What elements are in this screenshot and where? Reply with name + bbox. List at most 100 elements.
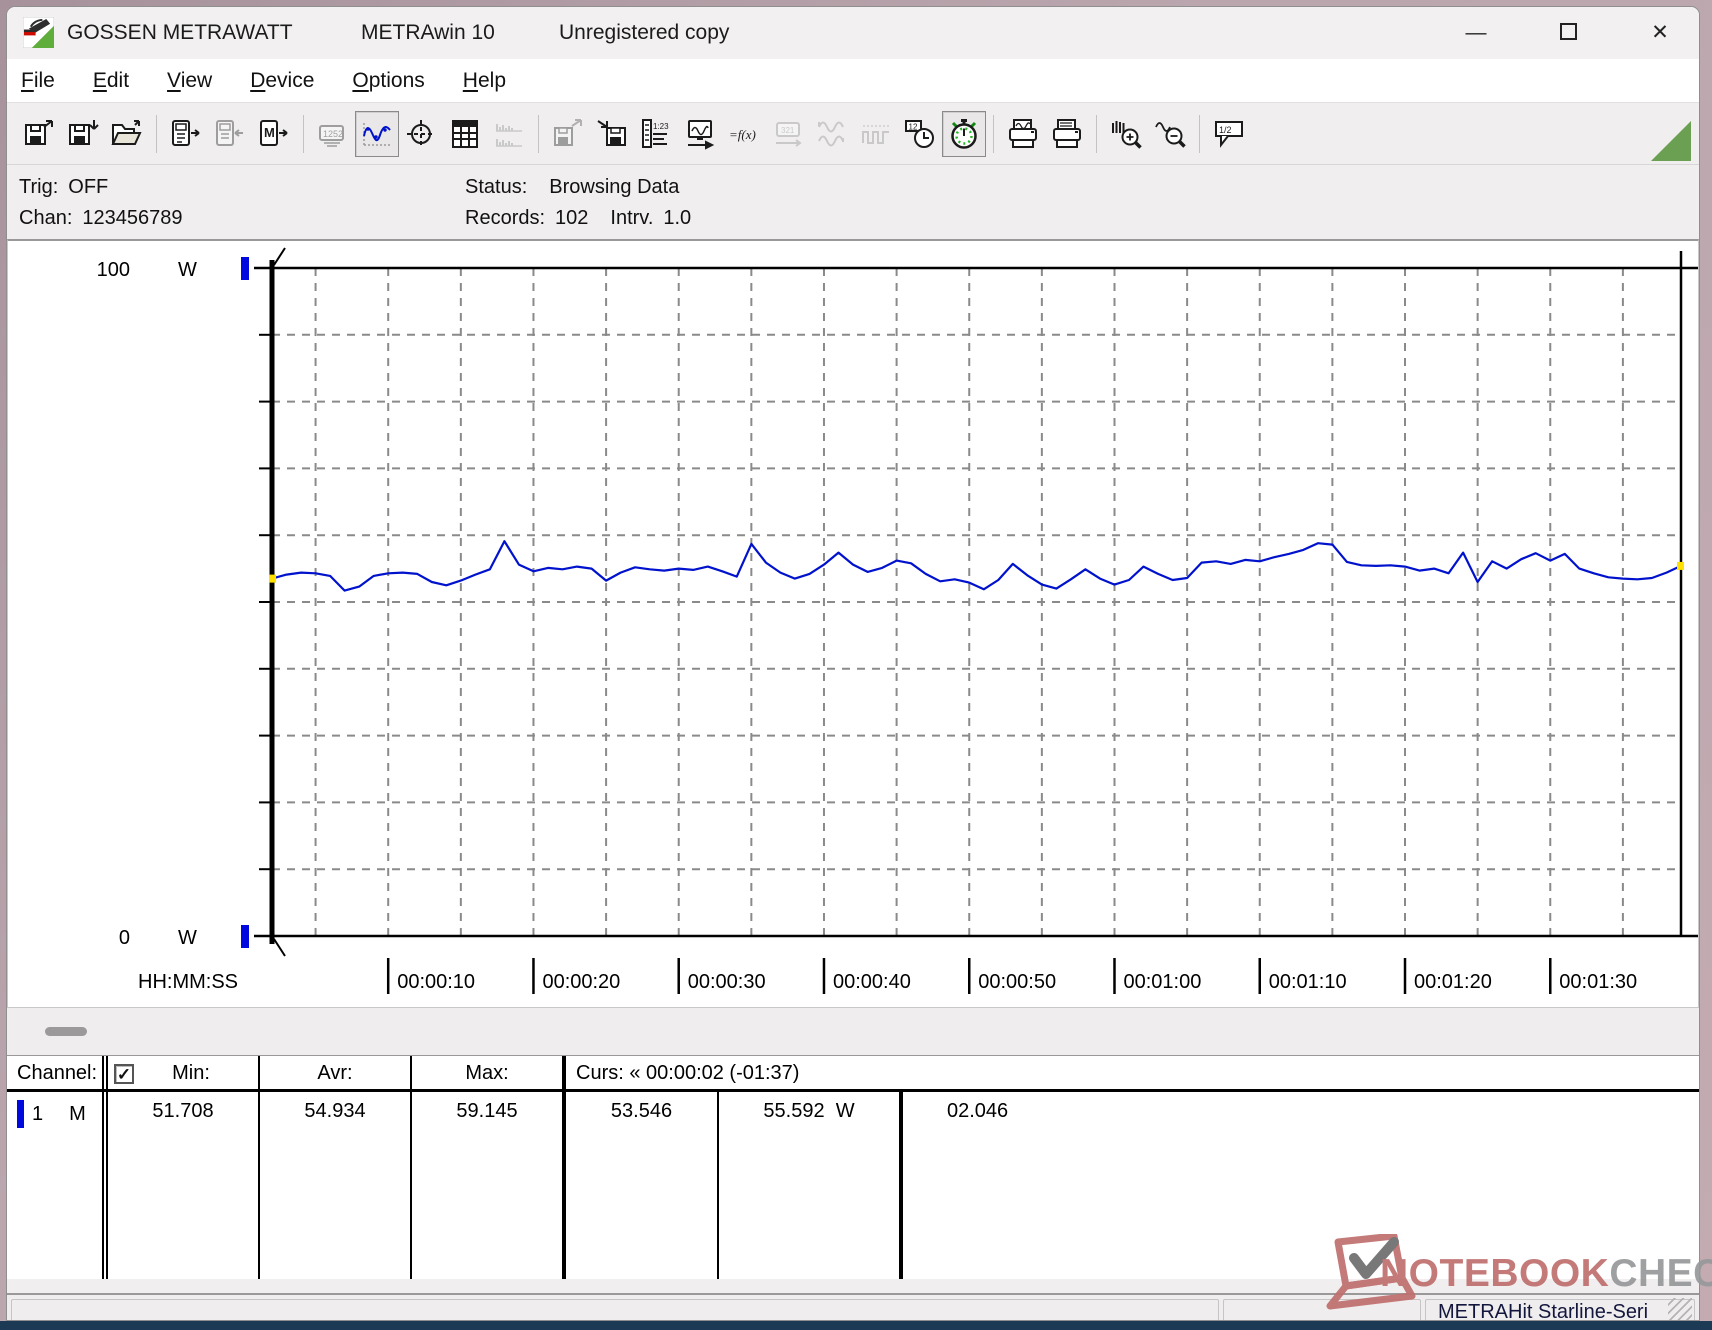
toolbar-separator — [156, 114, 157, 153]
desktop-background: GOSSEN METRAWATT METRAwin 10 Unregistere… — [0, 0, 1712, 1330]
zoom-in-button[interactable] — [1104, 111, 1148, 157]
write-device-button — [208, 111, 252, 157]
xy-chart-button[interactable] — [399, 111, 443, 157]
printer-preview-icon — [1009, 118, 1037, 148]
device-display-button: 321 — [766, 111, 810, 157]
cursor1-value: 53.546 — [610, 1100, 673, 1122]
save-as-button[interactable] — [17, 111, 61, 157]
display-digits-icon: 1252 — [319, 124, 344, 147]
channel-list-button[interactable]: 1:23 — [634, 111, 678, 157]
yt-chart-button[interactable] — [355, 110, 399, 157]
close-button[interactable]: ✕ — [1637, 15, 1683, 51]
print-preview-button[interactable] — [1001, 111, 1045, 157]
open-file-button[interactable] — [105, 111, 149, 157]
y-max-label: 100 — [97, 259, 130, 281]
x-tick-label: 00:01:30 — [1559, 971, 1637, 993]
yt-chart-plot[interactable]: 00:00:10 00:00:20 00:00:30 00:00:40 00:00:50… — [8, 241, 1700, 1009]
header-avr: Avr: — [317, 1062, 353, 1084]
cell-channel: 1 M — [7, 1092, 108, 1279]
trigger-label: Trig: — [19, 176, 59, 198]
maximize-button[interactable] — [1545, 15, 1591, 51]
minimize-button[interactable]: — — [1453, 15, 1499, 51]
save-button[interactable] — [61, 111, 105, 157]
delta-value: 02.046 — [947, 1100, 1009, 1122]
scrollbar-thumb[interactable] — [45, 1027, 87, 1036]
x-tick-label: 00:00:50 — [978, 971, 1056, 993]
svg-text:12: 12 — [909, 122, 918, 131]
cursor2-unit: W — [835, 1100, 855, 1122]
clock-digits-icon: 12 — [905, 119, 934, 148]
annotation-button[interactable]: 1/2 — [1207, 111, 1251, 157]
status-value: Browsing Data — [549, 176, 680, 198]
svg-text:=f(x): =f(x) — [729, 127, 756, 142]
status-section-mid — [1223, 1299, 1421, 1320]
status-gap — [7, 1279, 1699, 1293]
data-table-button[interactable] — [443, 111, 487, 157]
waveform-icon — [363, 121, 391, 146]
menu-item-view[interactable]: View — [167, 69, 212, 93]
print-button[interactable] — [1045, 111, 1089, 157]
channel-list-icon: 1:23 — [642, 118, 669, 148]
pulse-output-button — [854, 111, 898, 157]
channel-number: 1 — [32, 1102, 44, 1125]
load-from-disk-button[interactable] — [590, 111, 634, 157]
cell-cursor2: 55.592 W — [719, 1092, 903, 1279]
channel-visibility-checkbox[interactable]: ✓ — [114, 1063, 134, 1084]
title-bar: GOSSEN METRAWATT METRAwin 10 Unregistere… — [7, 7, 1699, 59]
x-tick-label: 00:01:20 — [1414, 971, 1492, 993]
time-relative-button[interactable] — [942, 110, 986, 157]
avr-value: 54.934 — [304, 1100, 366, 1122]
read-memory-button[interactable]: M — [252, 111, 296, 157]
disk-save-icon — [69, 119, 99, 145]
menu-item-file[interactable]: File — [21, 69, 55, 93]
channel-mode: M — [69, 1102, 86, 1125]
menu-item-device[interactable]: Device — [250, 69, 314, 93]
table-header-row: Channel: ✓ Min: Avr: Max: Curs: « 00:00:… — [7, 1056, 1699, 1092]
header-avr-cell: Avr: — [260, 1056, 412, 1089]
crosshair-icon — [407, 119, 435, 148]
cursor1-marker — [269, 574, 276, 583]
max-value: 59.145 — [456, 1100, 518, 1122]
device-name: METRAHit Starline-Seri — [1438, 1300, 1649, 1321]
toolbar-separator — [303, 114, 304, 153]
pulse-waves-icon — [862, 124, 889, 144]
menu-item-help[interactable]: Help — [463, 69, 506, 93]
menu-item-options[interactable]: Options — [352, 69, 424, 93]
time-absolute-button[interactable]: 12 — [898, 111, 942, 157]
status-section-main — [11, 1299, 1219, 1320]
note-bubble-icon: 1/2 — [1215, 120, 1243, 148]
resize-grip[interactable] — [1668, 1298, 1692, 1320]
formula-icon: =f(x) — [729, 127, 756, 142]
toolbar-corner-triangle — [1651, 121, 1691, 161]
header-channel: Channel: — [7, 1056, 108, 1089]
window-title-brand: GOSSEN METRAWATT — [67, 21, 293, 44]
records-value: 102 — [555, 207, 589, 229]
zoom-out-button[interactable] — [1148, 111, 1192, 157]
chart-scrollbar[interactable] — [7, 1007, 1699, 1055]
memory-out-icon: M — [260, 119, 288, 146]
header-min-cell: ✓ Min: — [108, 1056, 260, 1089]
table-grid-icon — [452, 119, 478, 148]
info-bar: Trig: OFF Chan: 123456789 Status: Browsing … — [7, 165, 1699, 239]
y-min-label: 0 — [119, 927, 130, 949]
header-max-cell: Max: — [412, 1056, 566, 1089]
zoom-out-wave-icon — [1155, 121, 1186, 148]
status-bar: METRAHit Starline-Seri — [7, 1293, 1699, 1321]
y-unit-bottom: W — [178, 927, 197, 949]
read-device-button[interactable] — [164, 111, 208, 157]
x-tick-label: 00:01:00 — [1123, 971, 1201, 993]
formula-button[interactable]: =f(x) — [722, 111, 766, 157]
toolbar-separator — [1199, 114, 1200, 153]
menu-item-edit[interactable]: Edit — [93, 69, 129, 93]
svg-text:321: 321 — [781, 126, 795, 135]
metrawin-window: GOSSEN METRAWATT METRAwin 10 Unregistere… — [6, 6, 1700, 1321]
min-value: 51.708 — [152, 1100, 214, 1122]
channels-value: 123456789 — [82, 207, 183, 229]
channel-color-marker — [17, 1100, 24, 1128]
x-tick-label: 00:00:10 — [397, 971, 475, 993]
power-trace — [271, 540, 1682, 592]
analog-output-button — [810, 111, 854, 157]
monitor-button[interactable] — [678, 111, 722, 157]
stopwatch-icon — [951, 118, 977, 149]
x-tick-label: 00:01:10 — [1269, 971, 1347, 993]
